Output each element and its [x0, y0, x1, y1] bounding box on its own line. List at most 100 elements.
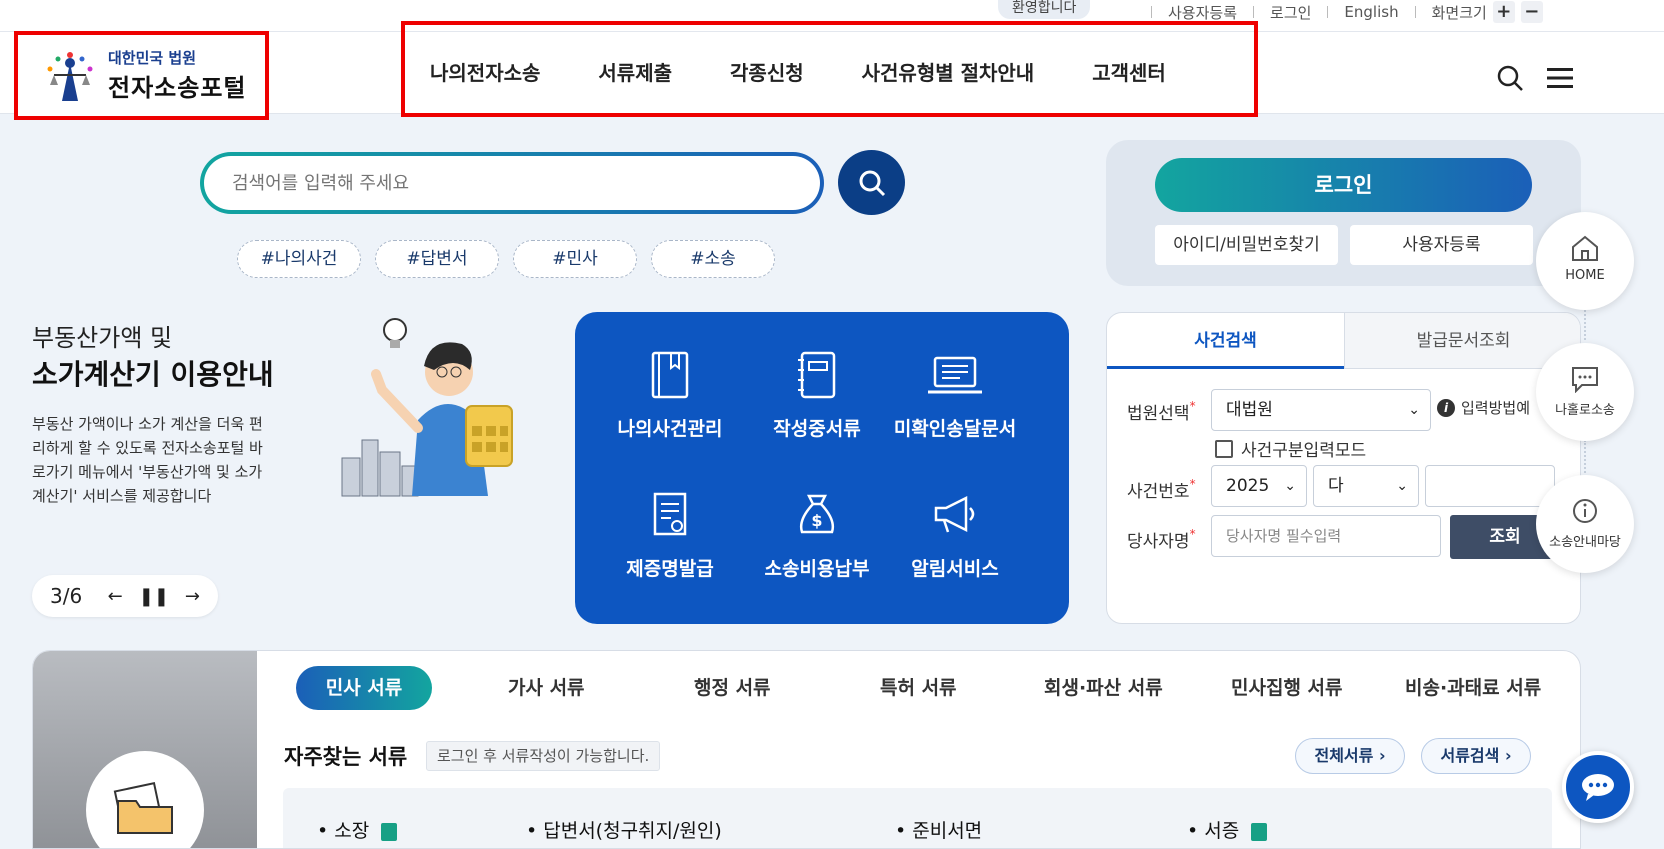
quick-label: 나의사건관리	[617, 418, 723, 440]
chatbot-button[interactable]	[1562, 751, 1634, 823]
edit-doc-icon[interactable]	[381, 822, 398, 841]
nav-document-submit[interactable]: 서류제출	[598, 57, 672, 86]
tab-administrative-docs[interactable]: 행정 서류	[694, 666, 771, 710]
case-number-input[interactable]	[1425, 465, 1555, 507]
chat-bubble-icon	[1572, 367, 1598, 393]
side-connector	[1584, 310, 1586, 340]
favorite-docs-note: 로그인 후 서류작성이 가능합니다.	[426, 741, 661, 771]
case-search-panel: 사건검색 발급문서조회 법원선택* 대법원 ⌄ i 입력방법예 사건구분입력모드 사…	[1106, 312, 1581, 624]
court-label: 법원선택*	[1127, 399, 1196, 424]
tag-answer[interactable]: #답변서	[375, 240, 499, 278]
year-select[interactable]: 2025 ⌄	[1211, 465, 1307, 507]
login-link[interactable]: 로그인	[1270, 2, 1311, 23]
menu-icon[interactable]	[1546, 64, 1574, 92]
chat-icon	[1582, 774, 1614, 801]
chevron-right-icon: ›	[1378, 746, 1386, 765]
prev-arrow-icon[interactable]: ←	[108, 586, 123, 607]
banner-pager: 3/6 ← ❚❚ →	[32, 575, 218, 617]
register-button[interactable]: 사용자등록	[1350, 225, 1533, 265]
folder-icon	[113, 782, 173, 834]
doc-item-evidence[interactable]: • 서증	[1187, 816, 1268, 843]
banner-description: 부동산 가액이나 소가 계산을 더욱 편리하게 할 수 있도록 전자소송포털 바…	[32, 415, 263, 505]
pause-icon[interactable]: ❚❚	[139, 586, 169, 607]
tab-non-contentious-docs[interactable]: 비송·과태료 서류	[1405, 666, 1541, 710]
banner-page-indicator: 3/6	[50, 584, 83, 608]
tab-case-search[interactable]: 사건검색	[1107, 313, 1344, 369]
search-button[interactable]	[838, 150, 905, 215]
nav-procedure-guide[interactable]: 사건유형별 절차안내	[862, 57, 1035, 86]
quick-label: 미확인송달문서	[893, 418, 1017, 440]
favorite-docs-title: 자주찾는 서류	[284, 745, 408, 769]
case-type-mode-checkbox[interactable]: 사건구분입력모드	[1215, 436, 1366, 461]
quick-label: 작성중서류	[773, 418, 861, 440]
chevron-right-icon: ›	[1504, 746, 1512, 765]
chevron-down-icon: ⌄	[1396, 478, 1408, 494]
nav-customer-center[interactable]: 고객센터	[1092, 57, 1166, 86]
court-select[interactable]: 대법원 ⌄	[1211, 389, 1431, 431]
tab-family-docs[interactable]: 가사 서류	[508, 666, 585, 710]
tab-civil-docs[interactable]: 민사 서류	[296, 666, 432, 710]
party-name-input[interactable]: 당사자명 필수입력	[1211, 515, 1441, 557]
zoom-out-button[interactable]: −	[1520, 1, 1543, 23]
svg-text:$: $	[811, 511, 822, 530]
tag-my-case[interactable]: #나의사건	[237, 240, 361, 278]
book-icon	[651, 351, 689, 399]
logo-subtitle: 대한민국 법원	[108, 49, 197, 67]
zoom-in-button[interactable]: +	[1492, 1, 1515, 23]
chevron-down-icon: ⌄	[1284, 478, 1296, 494]
search-icon[interactable]	[1496, 64, 1524, 92]
doc-item-answer[interactable]: • 답변서(청구취지/원인)	[526, 816, 722, 843]
info-icon	[1573, 499, 1597, 523]
login-button[interactable]: 로그인	[1155, 158, 1532, 212]
info-icon: i	[1437, 398, 1455, 417]
quick-draft-documents[interactable]: 작성중서류	[742, 350, 892, 441]
search-bar	[200, 152, 824, 214]
side-self-litigation-button[interactable]: 나홀로소송	[1536, 343, 1634, 441]
chevron-down-icon: ⌄	[1408, 402, 1420, 418]
tab-patent-docs[interactable]: 특허 서류	[880, 666, 957, 710]
quick-my-case-management[interactable]: 나의사건관리	[595, 350, 745, 441]
doc-item-complaint[interactable]: • 소장	[317, 816, 398, 843]
banner-title: 소가계산기 이용안내	[32, 358, 274, 391]
doc-item-brief[interactable]: • 준비서면	[895, 816, 982, 843]
favorite-docs-list: • 소장 • 답변서(청구취지/원인) • 준비서면 • 서증	[283, 788, 1552, 848]
laptop-icon	[928, 356, 982, 394]
case-number-label: 사건번호*	[1127, 477, 1196, 502]
find-id-password-button[interactable]: 아이디/비밀번호찾기	[1155, 225, 1338, 265]
document-search-button[interactable]: 서류검색 ›	[1421, 738, 1531, 774]
edit-doc-icon[interactable]	[1251, 822, 1268, 841]
quick-unconfirmed-delivery[interactable]: 미확인송달문서	[880, 350, 1030, 441]
banner-subtitle: 부동산가액 및	[32, 324, 173, 352]
party-name-label: 당사자명*	[1127, 527, 1196, 552]
quick-menu: 나의사건관리 작성중서류 미확인송달문서 제증명발급 $ 소송비용납부 알림서비…	[575, 312, 1069, 624]
input-method-info[interactable]: i 입력방법예	[1437, 397, 1530, 418]
tag-civil[interactable]: #민사	[513, 240, 637, 278]
side-litigation-guide-button[interactable]: 소송안내마당	[1536, 475, 1634, 573]
nav-applications[interactable]: 각종신청	[730, 57, 804, 86]
search-input[interactable]	[232, 172, 792, 194]
logo-title: 전자소송포털	[108, 74, 247, 102]
login-panel: 로그인 아이디/비밀번호찾기 사용자등록	[1106, 140, 1581, 286]
tab-civil-execution-docs[interactable]: 민사집행 서류	[1231, 666, 1343, 710]
quick-label: 소송비용납부	[764, 558, 870, 580]
tab-issued-documents[interactable]: 발급문서조회	[1344, 313, 1580, 369]
certificate-icon	[653, 492, 687, 536]
logo[interactable]: 대한민국 법원 전자소송포털	[14, 31, 269, 120]
english-link[interactable]: English	[1344, 3, 1398, 21]
register-link[interactable]: 사용자등록	[1168, 2, 1237, 23]
tab-bankruptcy-docs[interactable]: 회생·파산 서류	[1044, 666, 1163, 710]
nav-my-litigation[interactable]: 나의전자소송	[430, 57, 540, 86]
case-type-select[interactable]: 다 ⌄	[1313, 465, 1419, 507]
quick-litigation-fee[interactable]: $ 소송비용납부	[742, 490, 892, 581]
quick-certificate-issue[interactable]: 제증명발급	[595, 490, 745, 581]
next-arrow-icon[interactable]: →	[185, 586, 200, 607]
court-logo-icon	[47, 52, 93, 101]
all-documents-button[interactable]: 전체서류 ›	[1295, 738, 1405, 774]
side-connector	[1584, 440, 1586, 480]
quick-label: 제증명발급	[626, 558, 714, 580]
tag-lawsuit[interactable]: #소송	[651, 240, 775, 278]
side-home-button[interactable]: HOME	[1536, 212, 1634, 310]
home-icon	[1572, 235, 1598, 261]
banner-illustration	[341, 318, 513, 497]
quick-alert-service[interactable]: 알림서비스	[880, 490, 1030, 581]
